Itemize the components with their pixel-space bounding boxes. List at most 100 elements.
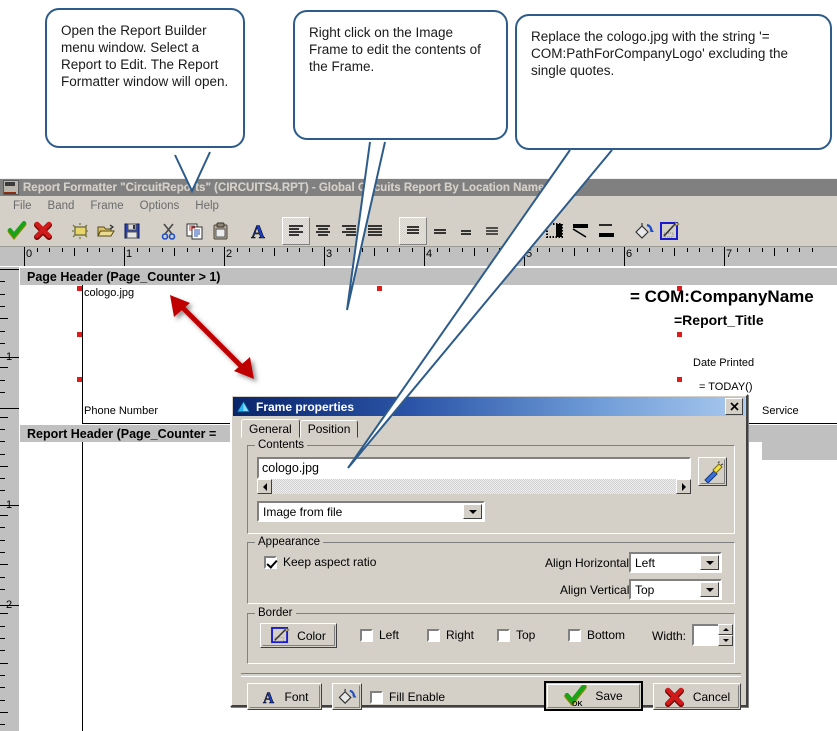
border-color-button[interactable]: Color xyxy=(260,623,337,648)
chevron-down-icon[interactable] xyxy=(700,582,719,597)
border-left-row[interactable]: Left xyxy=(360,628,399,642)
ruler-v-label: 2 xyxy=(6,599,13,611)
ruler-tick xyxy=(0,589,5,590)
close-icon[interactable] xyxy=(725,398,743,415)
ruler-tick xyxy=(0,540,5,541)
ruler-tick xyxy=(0,466,8,467)
callout-text: Right click on the Image Frame to edit t… xyxy=(309,25,481,74)
callout-text: Replace the cologo.jpg with the string '… xyxy=(531,29,788,78)
align-horizontal-select[interactable]: Left xyxy=(629,552,722,573)
ruler-tick xyxy=(0,417,8,418)
border-bottom-label: Bottom xyxy=(587,628,626,642)
border-top-label: Top xyxy=(516,628,536,642)
cancel-button-label: Cancel xyxy=(692,689,731,704)
save-button[interactable]: OK Save xyxy=(544,681,643,711)
contents-text-area[interactable]: cologo.jpg xyxy=(257,457,691,479)
stepper-down-button[interactable] xyxy=(718,635,733,646)
fill-enable-checkbox[interactable] xyxy=(370,690,383,704)
ruler-tick xyxy=(0,454,5,455)
ruler-tick xyxy=(0,490,5,491)
ruler-tick xyxy=(0,441,5,442)
font-button-label: Font xyxy=(284,689,309,704)
keep-aspect-ratio-checkbox[interactable] xyxy=(264,555,277,569)
contents-horizontal-scrollbar[interactable] xyxy=(257,479,691,494)
report-header-gray-row xyxy=(762,442,837,460)
border-group: Border Color Left Right Top Bottom Width… xyxy=(247,607,735,664)
red-x-icon xyxy=(664,687,684,707)
align-vertical-value: Top xyxy=(635,582,655,597)
border-width-input[interactable] xyxy=(692,624,720,646)
border-color-label: Color xyxy=(297,628,326,643)
border-width-label: Width: xyxy=(652,629,687,643)
ruler-tick xyxy=(0,687,5,688)
service-label[interactable]: Service xyxy=(762,405,799,417)
stepper-up-button[interactable] xyxy=(718,624,733,635)
align-horizontal-label: Align Horizontal: xyxy=(545,556,633,570)
border-width-stepper[interactable] xyxy=(718,624,733,646)
border-right-checkbox[interactable] xyxy=(427,628,440,642)
ruler-tick xyxy=(0,724,5,725)
contents-value: cologo.jpg xyxy=(262,461,319,475)
ruler-tick xyxy=(0,712,8,713)
ruler-tick xyxy=(0,675,5,676)
band-label: Report Header (Page_Counter = xyxy=(27,426,217,441)
callout-replace-cologo: Replace the cologo.jpg with the string '… xyxy=(515,14,832,150)
tab-position[interactable]: Position xyxy=(299,420,359,438)
save-button-label: Save xyxy=(595,689,623,703)
border-group-label: Border xyxy=(255,607,296,619)
browse-expression-button[interactable] xyxy=(698,457,727,486)
content-source-select[interactable]: Image from file xyxy=(257,501,485,522)
scroll-right-button[interactable] xyxy=(676,479,691,494)
ruler-tick xyxy=(0,564,8,565)
contents-group: Contents cologo.jpg Image from file xyxy=(247,439,735,534)
ruler-v-label: 1 xyxy=(6,499,13,511)
border-bottom-checkbox[interactable] xyxy=(568,628,581,642)
phone-number-label[interactable]: Phone Number xyxy=(84,405,158,417)
dialog-tabs: General Position xyxy=(241,419,359,438)
green-check-ok-icon: OK xyxy=(564,685,588,707)
font-A-icon: A xyxy=(263,689,275,705)
pencil-box-icon xyxy=(271,627,290,644)
fill-enable-row[interactable]: Fill Enable xyxy=(370,690,445,704)
align-horizontal-value: Left xyxy=(635,555,656,570)
border-bottom-row[interactable]: Bottom xyxy=(568,628,625,642)
ruler-tick xyxy=(0,478,5,479)
ruler-tick xyxy=(0,527,5,528)
border-top-checkbox[interactable] xyxy=(497,628,510,642)
chevron-down-icon[interactable] xyxy=(700,555,719,570)
appearance-group: Appearance Keep aspect ratio Align Horiz… xyxy=(247,536,735,604)
cancel-button[interactable]: Cancel xyxy=(653,683,741,710)
ruler-tick xyxy=(0,429,5,430)
page-left-margin-line-2 xyxy=(82,442,83,731)
svg-text:OK: OK xyxy=(572,701,583,707)
dialog-body: General Position Contents cologo.jpg Ima… xyxy=(233,417,745,711)
fill-color-button[interactable] xyxy=(332,683,362,710)
magic-wand-icon xyxy=(703,460,723,483)
appearance-group-label: Appearance xyxy=(255,536,324,548)
tab-general[interactable]: General xyxy=(241,419,300,438)
frame-properties-dialog: Frame properties General Position Conten… xyxy=(230,394,748,711)
scroll-left-button[interactable] xyxy=(257,479,272,494)
ruler-tick xyxy=(0,650,5,651)
border-right-row[interactable]: Right xyxy=(427,628,474,642)
ruler-tick xyxy=(0,626,5,627)
dialog-title-text: Frame properties xyxy=(256,399,355,414)
border-top-row[interactable]: Top xyxy=(497,628,535,642)
chevron-down-icon[interactable] xyxy=(463,504,482,519)
keep-aspect-ratio-row[interactable]: Keep aspect ratio xyxy=(264,555,376,569)
border-left-label: Left xyxy=(379,628,400,642)
content-source-value: Image from file xyxy=(263,504,343,519)
paint-can-icon xyxy=(338,688,357,704)
ruler-tick xyxy=(0,613,8,614)
ruler-tick xyxy=(0,638,5,639)
fill-enable-label: Fill Enable xyxy=(389,690,446,704)
border-left-checkbox[interactable] xyxy=(360,628,373,642)
border-right-label: Right xyxy=(446,628,475,642)
footer-divider xyxy=(241,673,741,677)
callout-right-click-image-frame: Right click on the Image Frame to edit t… xyxy=(293,10,508,140)
keep-aspect-ratio-label: Keep aspect ratio xyxy=(283,555,377,569)
ruler-tick xyxy=(0,552,5,553)
align-vertical-select[interactable]: Top xyxy=(629,579,722,600)
font-button[interactable]: A Font xyxy=(247,683,322,710)
ruler-tick xyxy=(0,663,8,664)
